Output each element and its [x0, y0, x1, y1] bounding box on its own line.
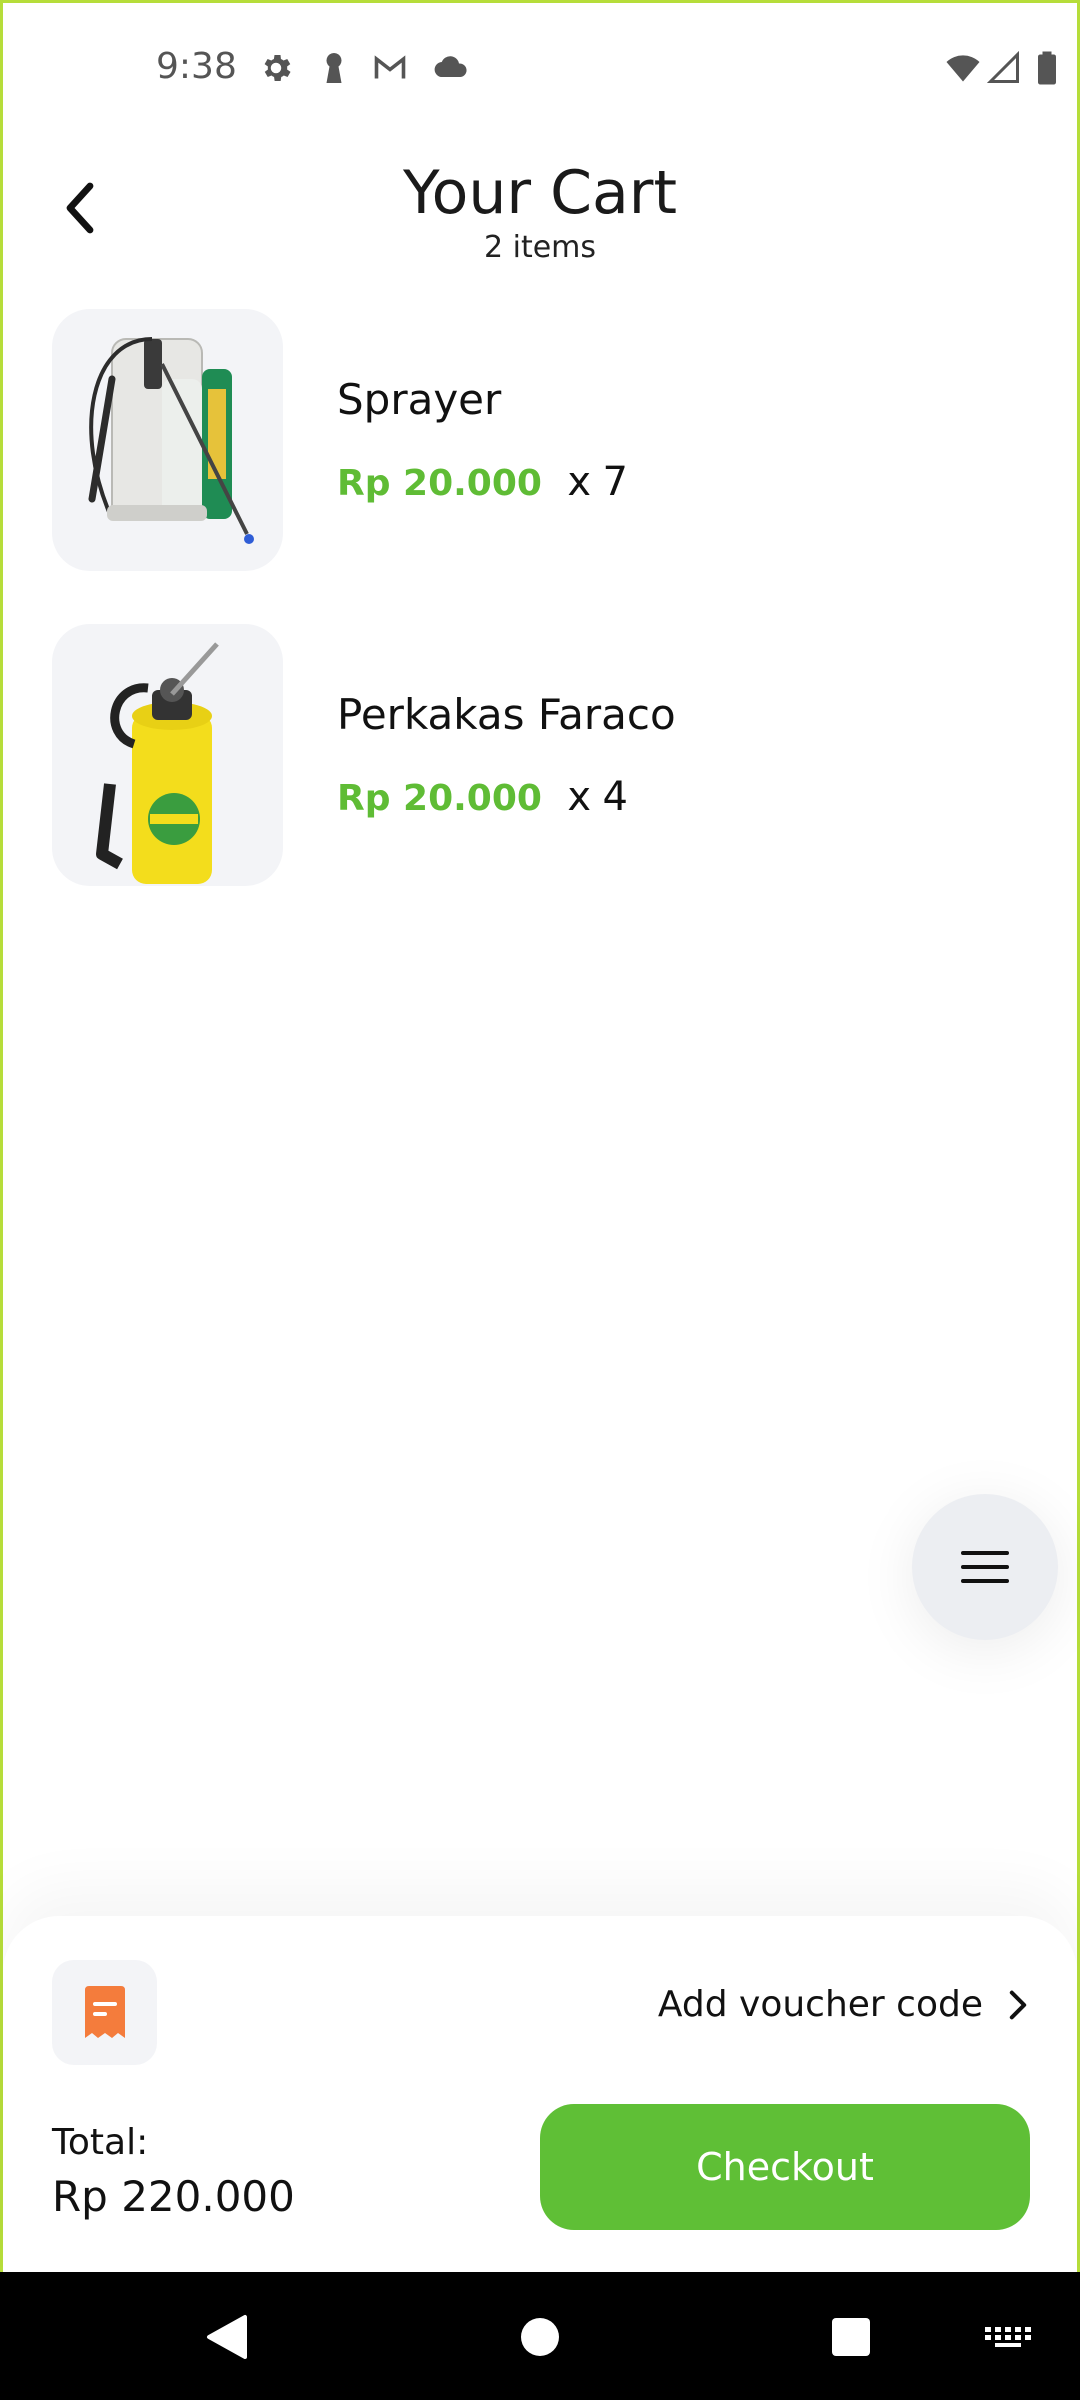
price-row: Rp 20.000 x 7: [337, 459, 628, 505]
cart-item[interactable]: Sprayer Rp 20.000 x 7: [52, 309, 1052, 571]
product-image-sprayer: [52, 309, 283, 571]
nav-home-button[interactable]: [505, 2302, 575, 2372]
system-navigation-bar: [0, 2272, 1080, 2400]
total-label: Total:: [52, 2122, 149, 2163]
nav-back-button[interactable]: [192, 2302, 262, 2372]
checkout-button[interactable]: Checkout: [540, 2104, 1030, 2230]
total-amount: Rp 220.000: [52, 2172, 295, 2221]
nav-keyboard-button[interactable]: [973, 2302, 1043, 2372]
checkout-panel: Add voucher code Total: Rp 220.000 Check…: [3, 1916, 1077, 2272]
wifi-icon: [946, 55, 980, 82]
chevron-right-icon: [1009, 1990, 1027, 2019]
triangle-back-icon: [207, 2315, 247, 2359]
product-price: Rp 20.000: [337, 778, 542, 819]
battery-icon: [1038, 51, 1056, 85]
circle-home-icon: [521, 2318, 559, 2356]
status-bar: 9:38: [0, 0, 1080, 130]
product-name: Sprayer: [337, 375, 502, 424]
receipt-icon: [84, 1985, 125, 2038]
quantity-separator: x: [567, 459, 592, 505]
voucher-label: Add voucher code: [657, 1984, 983, 2025]
add-voucher-link[interactable]: Add voucher code: [658, 1984, 1029, 2025]
signal-icon: [986, 50, 1019, 83]
product-quantity: 7: [602, 459, 628, 505]
cart-item[interactable]: Perkakas Faraco Rp 20.000 x 4: [52, 624, 1052, 886]
menu-fab-button[interactable]: [912, 1494, 1058, 1640]
sprayer-image: [88, 337, 254, 544]
product-price: Rp 20.000: [337, 463, 542, 504]
status-time: 9:38: [156, 46, 237, 87]
quantity-separator: x: [567, 774, 592, 820]
cloud-icon: [434, 56, 467, 78]
page-title: Your Cart: [402, 158, 677, 228]
gmail-icon: [374, 55, 406, 79]
square-recents-icon: [832, 2318, 870, 2356]
keyhole-icon: [326, 53, 342, 83]
item-count: 2 items: [483, 230, 597, 265]
keyboard-icon: [985, 2327, 1031, 2347]
hamburger-menu-icon: [961, 1551, 1009, 1583]
settings-icon: [264, 54, 291, 82]
product-image-perkakas-faraco: [52, 624, 283, 886]
product-name: Perkakas Faraco: [337, 690, 676, 739]
product-quantity: 4: [602, 774, 628, 820]
yellow-sprayer-image: [96, 642, 219, 884]
nav-recents-button[interactable]: [816, 2302, 886, 2372]
voucher-icon-container[interactable]: [52, 1960, 157, 2065]
price-row: Rp 20.000 x 4: [337, 774, 628, 820]
